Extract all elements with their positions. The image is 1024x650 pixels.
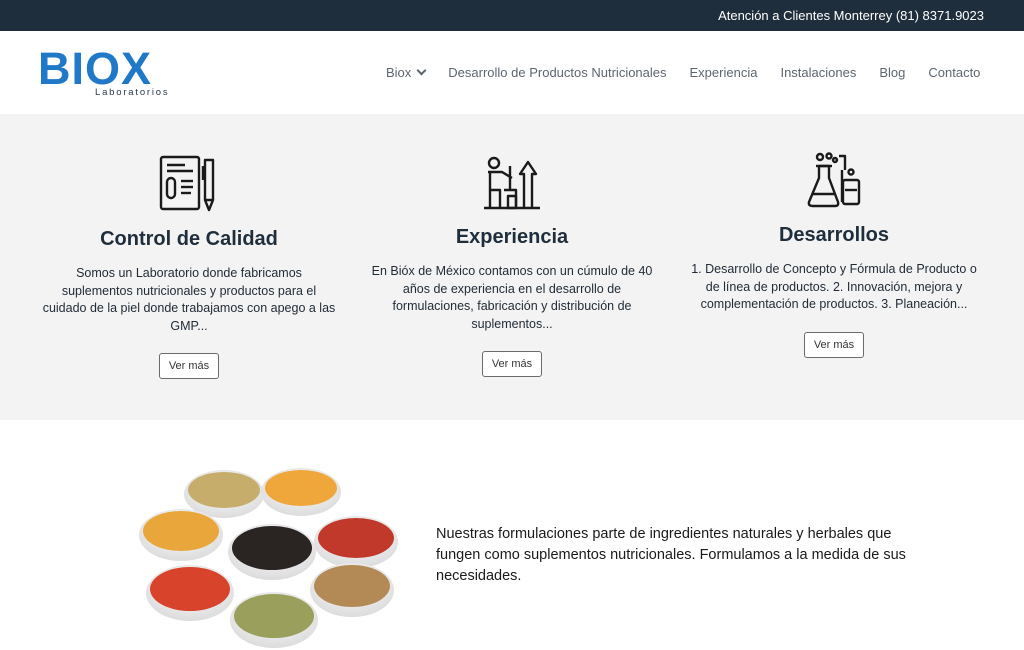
nav-item-blog[interactable]: Blog <box>879 65 905 80</box>
logo-wordmark: BIOX <box>38 43 153 94</box>
feature-title: Experiencia <box>455 226 569 248</box>
nav-item-desarrollo[interactable]: Desarrollo de Productos Nutricionales <box>448 65 666 80</box>
feature-experiencia: Experiencia En Bióx de México contamos c… <box>357 154 667 377</box>
site-header: BIOX Laboratorios Biox Desarrollo de Pro… <box>0 31 1024 114</box>
ver-mas-button[interactable]: Ver más <box>158 353 220 379</box>
ver-mas-button[interactable]: Ver más <box>803 331 865 358</box>
biox-logo[interactable]: BIOX Laboratorios <box>38 43 178 103</box>
main-nav: Biox Desarrollo de Productos Nutricional… <box>386 65 980 80</box>
customer-service-phone[interactable]: Atención a Clientes Monterrey (81) 8371.… <box>718 8 984 23</box>
feature-description: 1. Desarrollo de Concepto y Fórmula de P… <box>691 262 977 311</box>
ver-mas-button[interactable]: Ver más <box>481 351 543 377</box>
nav-item-instalaciones[interactable]: Instalaciones <box>780 65 856 80</box>
feature-description: Somos un Laboratorio donde fabricamos su… <box>42 266 336 333</box>
logo-subtitle: Laboratorios <box>95 87 170 98</box>
nav-item-label: Experiencia <box>689 65 758 80</box>
chevron-down-icon <box>416 65 427 76</box>
nav-item-label: Contacto <box>928 65 981 80</box>
nav-item-label: Instalaciones <box>780 65 857 80</box>
nav-item-biox[interactable]: Biox <box>386 65 427 80</box>
quality-document-icon <box>159 155 215 212</box>
features-section: Control de Calidad Somos un Laboratorio … <box>0 114 1024 420</box>
nav-item-experiencia[interactable]: Experiencia <box>690 65 758 80</box>
ingredients-section: Nuestras formulaciones parte de ingredie… <box>0 420 1024 650</box>
nav-item-contacto[interactable]: Contacto <box>928 65 980 80</box>
feature-control-calidad: Control de Calidad Somos un Laboratorio … <box>34 154 344 379</box>
growth-person-icon <box>484 156 540 210</box>
spice-bowls-image <box>126 460 402 650</box>
feature-desarrollos: Desarrollos 1. Desarrollo de Concepto y … <box>679 152 989 358</box>
feature-title: Desarrollos <box>778 224 890 246</box>
feature-title: Control de Calidad <box>100 228 278 250</box>
lab-flask-icon <box>807 152 861 208</box>
nav-item-label: Biox <box>386 65 412 80</box>
ingredients-description: Nuestras formulaciones parte de ingredie… <box>436 526 906 584</box>
top-contact-bar: Atención a Clientes Monterrey (81) 8371.… <box>0 0 1024 31</box>
nav-item-label: Blog <box>879 65 906 80</box>
nav-item-label: Desarrollo de Productos Nutricionales <box>448 65 667 80</box>
feature-description: En Bióx de México contamos con un cúmulo… <box>371 264 653 331</box>
